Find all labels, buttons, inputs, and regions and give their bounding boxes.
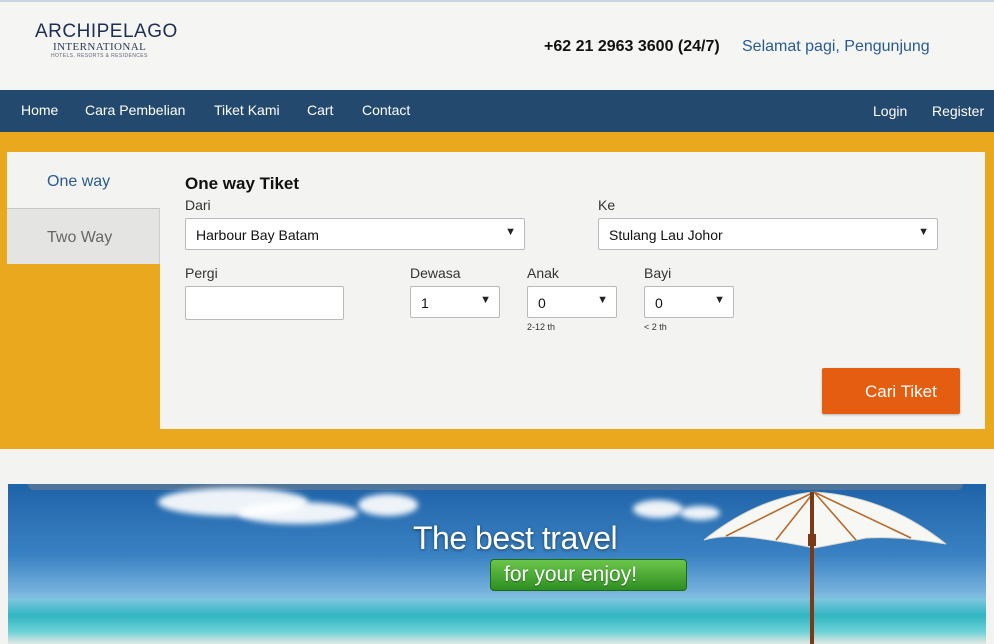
banner-subline-badge: for your enjoy! bbox=[490, 559, 687, 591]
dari-label: Dari bbox=[185, 197, 211, 213]
form-title: One way Tiket bbox=[185, 174, 300, 193]
dewasa-value: 1 bbox=[421, 295, 429, 311]
beach-umbrella-icon bbox=[703, 491, 947, 644]
dari-value: Harbour Bay Batam bbox=[196, 227, 319, 243]
tab-one-way-label: One way bbox=[47, 173, 111, 190]
dewasa-select[interactable]: 1 ▼ bbox=[410, 286, 500, 318]
chevron-down-icon: ▼ bbox=[505, 226, 516, 238]
greeting-text: Selamat pagi, Pengunjung bbox=[742, 38, 930, 55]
ke-select[interactable]: Stulang Lau Johor ▼ bbox=[598, 218, 938, 250]
bayi-age-hint: < 2 th bbox=[644, 322, 667, 332]
logo-main-text: ARCHIPELAGO bbox=[35, 21, 178, 42]
chevron-down-icon: ▼ bbox=[480, 294, 491, 306]
bayi-label: Bayi bbox=[644, 265, 672, 281]
nav-contact[interactable]: Contact bbox=[362, 102, 410, 118]
bayi-select[interactable]: 0 ▼ bbox=[644, 286, 734, 318]
banner-subline: for your enjoy! bbox=[504, 563, 638, 586]
dari-select[interactable]: Harbour Bay Batam ▼ bbox=[185, 218, 525, 250]
bayi-value: 0 bbox=[655, 295, 663, 311]
nav-cart[interactable]: Cart bbox=[307, 102, 333, 118]
pergi-date-input[interactable] bbox=[185, 286, 344, 320]
cari-tiket-label: Cari Tiket bbox=[865, 382, 937, 401]
site-header: ARCHIPELAGO INTERNATIONAL HOTELS, RESORT… bbox=[0, 0, 994, 90]
nav-cara-pembelian[interactable]: Cara Pembelian bbox=[85, 102, 185, 118]
nav-login[interactable]: Login bbox=[873, 103, 907, 119]
tab-two-way-label: Two Way bbox=[47, 229, 113, 246]
cloud-image bbox=[633, 500, 683, 518]
anak-age-hint: 2-12 th bbox=[527, 322, 556, 332]
cloud-image bbox=[238, 502, 358, 524]
logo-sub-text: INTERNATIONAL bbox=[53, 41, 147, 53]
cari-tiket-button[interactable]: Cari Tiket bbox=[822, 368, 960, 414]
archipelago-logo[interactable]: ARCHIPELAGO INTERNATIONAL HOTELS, RESORT… bbox=[35, 21, 178, 60]
ke-value: Stulang Lau Johor bbox=[609, 227, 723, 243]
tab-two-way[interactable]: Two Way bbox=[7, 208, 160, 264]
chevron-down-icon: ▼ bbox=[714, 294, 725, 306]
main-navbar: Home Cara Pembelian Tiket Kami Cart Cont… bbox=[0, 90, 994, 132]
phone-number: +62 21 2963 3600 (24/7) bbox=[544, 38, 720, 55]
anak-select[interactable]: 0 ▼ bbox=[527, 286, 617, 318]
nav-register[interactable]: Register bbox=[932, 103, 984, 119]
cloud-image bbox=[358, 494, 418, 516]
promo-banner[interactable]: The best travel for your enjoy! bbox=[8, 484, 986, 644]
logo-tagline: HOTELS, RESORTS & RESIDENCES bbox=[51, 53, 148, 59]
chevron-down-icon: ▼ bbox=[597, 294, 608, 306]
nav-tiket-kami[interactable]: Tiket Kami bbox=[214, 102, 280, 118]
banner-headline: The best travel bbox=[413, 520, 618, 556]
ke-label: Ke bbox=[598, 197, 616, 213]
tab-one-way[interactable]: One way bbox=[7, 152, 160, 208]
pergi-label: Pergi bbox=[185, 265, 218, 281]
chevron-down-icon: ▼ bbox=[918, 226, 929, 238]
anak-label: Anak bbox=[527, 265, 559, 281]
anak-value: 0 bbox=[538, 295, 546, 311]
dewasa-label: Dewasa bbox=[410, 265, 461, 281]
nav-home[interactable]: Home bbox=[21, 102, 58, 118]
